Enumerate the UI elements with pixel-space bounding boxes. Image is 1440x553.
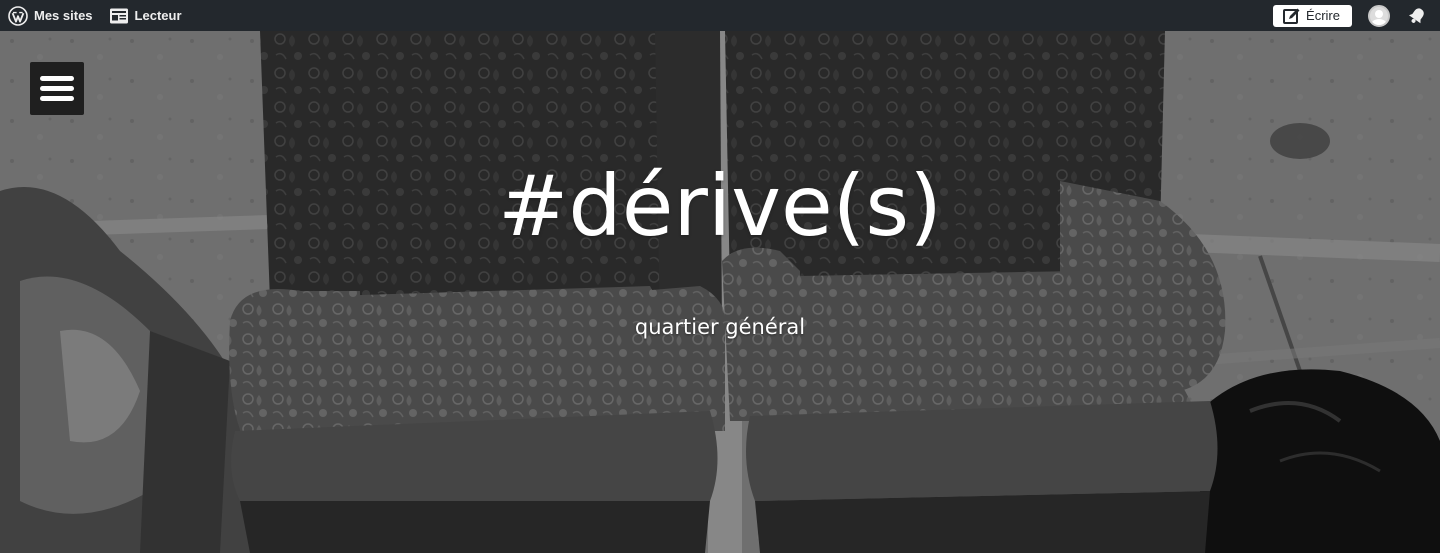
admin-bar: Mes sites Lecteur Écrire — [0, 0, 1440, 31]
edit-icon — [1283, 8, 1300, 24]
notifications-bell-icon — [1408, 7, 1424, 23]
reader-icon — [109, 8, 128, 23]
menu-toggle-button[interactable] — [30, 62, 84, 115]
site-header: #dérive(s) quartier général — [0, 31, 1440, 553]
reader-button[interactable]: Lecteur — [101, 0, 190, 31]
hamburger-menu-icon-bar — [40, 86, 74, 91]
my-sites-label: Mes sites — [34, 8, 93, 23]
hamburger-menu-icon — [40, 76, 74, 81]
write-label: Écrire — [1306, 8, 1340, 23]
site-title[interactable]: #dérive(s) — [0, 157, 1440, 255]
my-sites-button[interactable]: Mes sites — [0, 0, 101, 31]
admin-bar-right: Écrire — [1273, 0, 1440, 31]
reader-label: Lecteur — [134, 8, 182, 23]
write-button[interactable]: Écrire — [1273, 4, 1352, 27]
admin-bar-left: Mes sites Lecteur — [0, 0, 190, 31]
header-image — [0, 31, 1440, 553]
site-description: quartier général — [634, 315, 806, 339]
wordpress-logo-icon — [8, 5, 28, 26]
user-avatar[interactable] — [1368, 4, 1390, 27]
notifications-button[interactable] — [1406, 5, 1428, 27]
hamburger-menu-icon-bar — [40, 96, 74, 101]
